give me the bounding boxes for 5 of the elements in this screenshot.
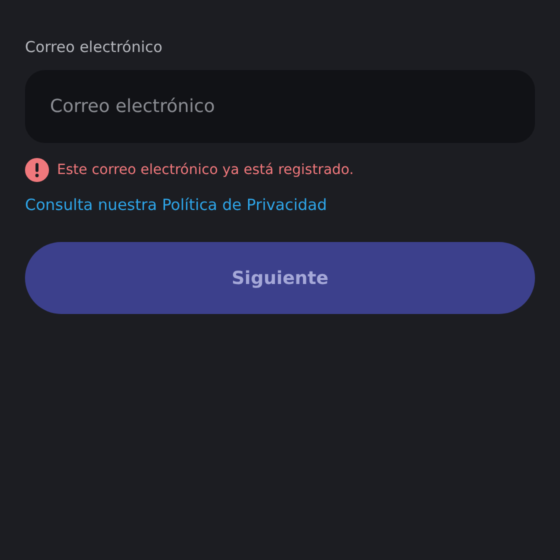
field-label: Correo electrónico [25,38,164,56]
privacy-link[interactable]: Consulta nuestra Política de Privacidad [25,196,327,214]
email-field[interactable]: Correo electrónico [25,70,535,143]
error-message: Este correo electrónico ya está registrado. [57,162,354,178]
error-icon [25,158,49,182]
